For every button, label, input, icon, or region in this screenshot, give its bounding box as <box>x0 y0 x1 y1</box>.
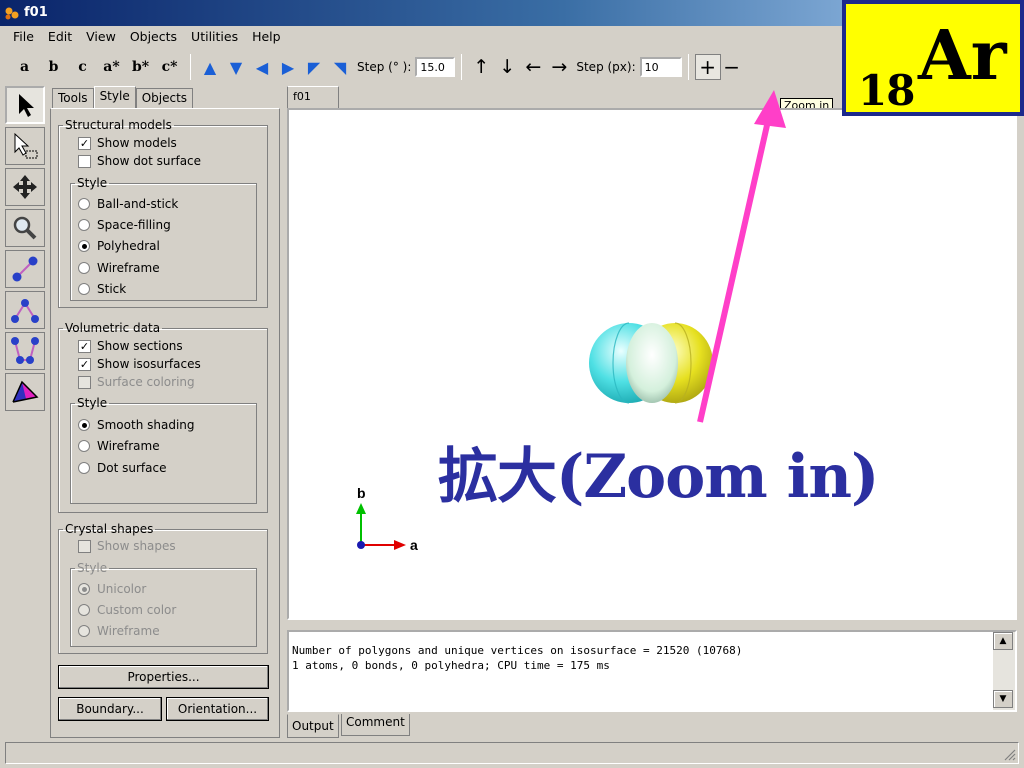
annotation-arrow <box>697 90 786 423</box>
arrow-shaft <box>697 111 773 423</box>
zoom-in-annotation: 拡大(Zoom in) <box>438 442 879 512</box>
tab-style[interactable]: Style <box>93 86 136 108</box>
arrow-head <box>754 90 786 128</box>
